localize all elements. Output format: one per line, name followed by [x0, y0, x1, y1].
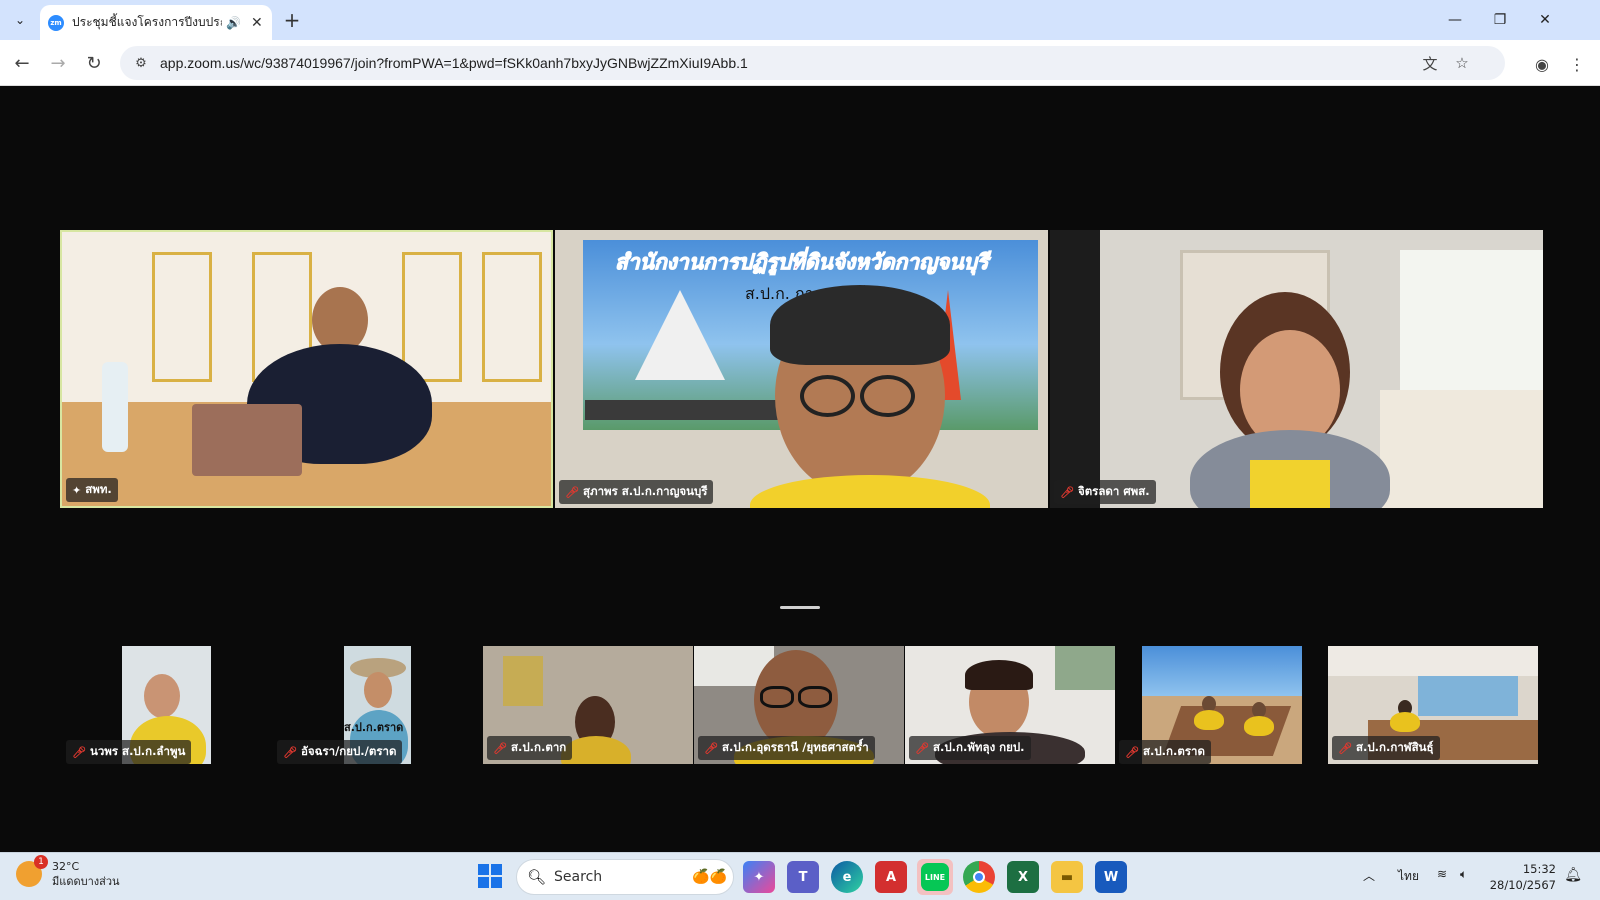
bookmark-star-icon[interactable]: ☆ — [1452, 53, 1472, 73]
weather-badge: 1 — [34, 855, 48, 869]
windows-taskbar: 1 32°C มีแดดบางส่วน 🔍︎ Search 🍊🍊 ✦ T e A… — [0, 852, 1600, 900]
forward-icon[interactable]: → — [44, 49, 72, 77]
close-tab-icon[interactable]: ✕ — [251, 15, 263, 31]
video-tile-gallery-7[interactable]: 🎤︎ ส.ป.ก.กาฬสินธุ์ — [1328, 646, 1538, 764]
teams-icon[interactable]: T — [787, 861, 819, 893]
close-window-icon[interactable]: ✕ — [1530, 8, 1560, 32]
search-icon: 🔍︎ — [527, 868, 547, 886]
clock[interactable]: 15:32 28/10/2567 — [1490, 861, 1556, 893]
browser-tabstrip: ⌄ zm ประชุมชี้แจงโครงการปีงบประมาณ 🔊 ✕ +… — [0, 0, 1600, 40]
browser-toolbar: ← → ↻ ⚙ app.zoom.us/wc/93874019967/join?… — [0, 40, 1600, 86]
participant-name-tag: 🎤︎ อัจฉรา/กยป./ตราด — [277, 740, 403, 764]
windows-start-icon[interactable] — [478, 864, 502, 888]
banner-title: สำนักงานการปฏิรูปที่ดินจังหวัดกาญจนบุรี — [614, 250, 989, 275]
language-indicator[interactable]: ไทย — [1398, 867, 1419, 886]
participant-name: ส.ป.ก.พัทลุง กยป. — [932, 740, 1025, 754]
tab-search-icon[interactable]: ⌄ — [8, 8, 32, 32]
participant-name: สพท. — [85, 482, 112, 496]
restore-icon[interactable]: ❐ — [1485, 8, 1515, 32]
video-tile-main-2[interactable]: สำนักงานการปฏิรูปที่ดินจังหวัดกาญจนบุรี … — [555, 230, 1048, 508]
tab-title: ประชุมชี้แจงโครงการปีงบประมาณ — [72, 15, 222, 29]
mic-muted-icon: 🎤︎ — [1125, 745, 1139, 759]
search-highlight-icon: 🍊🍊 — [692, 869, 727, 885]
weather-temp: 32°C — [52, 860, 80, 873]
speaker-icon[interactable]: 🔊 — [226, 16, 241, 30]
mic-muted-icon: 🎤︎ — [1060, 485, 1074, 499]
copilot-icon[interactable]: ✦ — [743, 861, 775, 893]
file-explorer-icon[interactable]: ▬ — [1051, 861, 1083, 893]
mic-muted-icon: 🎤︎ — [72, 745, 86, 759]
participant-name: ส.ป.ก.กาฬสินธุ์ — [1355, 740, 1434, 754]
chrome-icon[interactable] — [963, 861, 995, 893]
translate-icon[interactable]: 文 — [1420, 53, 1440, 73]
participant-name: ส.ป.ก.อุดรธานี /ยุทธศาสตร์ำ — [721, 740, 869, 754]
participant-name-tag: ✦ สพท. — [66, 478, 118, 502]
taskbar-search-input[interactable]: 🔍︎ Search 🍊🍊 — [516, 859, 734, 895]
video-tile-gallery-4[interactable]: 🎤︎ ส.ป.ก.อุดรธานี /ยุทธศาสตร์ำ — [694, 646, 904, 764]
participant-name-tag: 🎤︎ ส.ป.ก.ตาก — [487, 736, 573, 760]
line-app-active-icon[interactable]: LINE — [917, 859, 953, 895]
weather-desc: มีแดดบางส่วน — [52, 875, 120, 888]
video-tile-gallery-5[interactable]: 🎤︎ ส.ป.ก.พัทลุง กยป. — [905, 646, 1115, 764]
clock-time: 15:32 — [1522, 862, 1556, 876]
mic-muted-icon: 🎤︎ — [565, 485, 579, 499]
participant-name: จิตรลดา ศพส. — [1077, 484, 1150, 498]
mic-muted-icon: 🎤︎ — [493, 741, 507, 755]
mic-muted-icon: 🎤︎ — [1338, 741, 1352, 755]
weather-widget[interactable]: 1 32°C มีแดดบางส่วน — [16, 855, 120, 889]
participant-name-tag: 🎤︎ จิตรลดา ศพส. — [1054, 480, 1156, 504]
clock-date: 28/10/2567 — [1489, 878, 1556, 892]
meeting-stage: ✦ สพท. สำนักงานการปฏิรูปที่ดินจังหวัดกาญจ… — [0, 86, 1600, 852]
participant-name-tag: 🎤︎ ส.ป.ก.อุดรธานี /ยุทธศาสตร์ำ — [698, 736, 875, 760]
participant-name-tag: 🎤︎ นวพร ส.ป.ก.ลำพูน — [66, 740, 192, 764]
participant-name-tag: 🎤︎ ส.ป.ก.พัทลุง กยป. — [909, 736, 1031, 760]
excel-icon[interactable]: X — [1007, 861, 1039, 893]
tab-zoom-meeting[interactable]: zm ประชุมชี้แจงโครงการปีงบประมาณ 🔊 ✕ — [40, 5, 272, 40]
video-tile-gallery-3[interactable]: 🎤︎ ส.ป.ก.ตาก — [483, 646, 693, 764]
sign-text: ส.ป.ก.ตราด — [344, 721, 404, 734]
volume-icon[interactable]: 🔈︎ — [1460, 867, 1467, 882]
participant-name-tag: 🎤︎ ส.ป.ก.ตราด — [1119, 740, 1211, 764]
participant-name-tag: 🎤︎ สุภาพร ส.ป.ก.กาญจนบุรี — [559, 480, 714, 504]
participant-name-tag: 🎤︎ ส.ป.ก.กาฬสินธุ์ — [1332, 736, 1440, 760]
video-tile-main-3[interactable]: 🎤︎ จิตรลดา ศพส. — [1050, 230, 1543, 508]
participant-name: ส.ป.ก.ตราด — [1142, 744, 1205, 758]
participant-name: อัจฉรา/กยป./ตราด — [300, 744, 397, 758]
word-icon[interactable]: W — [1095, 861, 1127, 893]
reload-icon[interactable]: ↻ — [80, 49, 108, 77]
back-icon[interactable]: ← — [8, 49, 36, 77]
participant-name: ส.ป.ก.ตาก — [510, 740, 567, 754]
zoom-favicon-icon: zm — [48, 14, 64, 31]
participant-name: สุภาพร ส.ป.ก.กาญจนบุรี — [582, 484, 708, 498]
video-tile-main-1[interactable]: ✦ สพท. — [60, 230, 553, 508]
pin-icon: ✦ — [72, 483, 82, 497]
address-bar[interactable]: ⚙ app.zoom.us/wc/93874019967/join?fromPW… — [120, 46, 1505, 80]
menu-dots-icon[interactable]: ⋮ — [1565, 52, 1589, 76]
edge-icon[interactable]: e — [831, 861, 863, 893]
mic-muted-icon: 🎤︎ — [283, 745, 297, 759]
site-info-icon[interactable]: ⚙ — [126, 56, 156, 71]
weather-sun-icon: 1 — [16, 855, 48, 887]
gallery-resize-handle[interactable] — [780, 606, 820, 609]
tray-chevron-up-icon[interactable]: ︿ — [1363, 867, 1375, 884]
participant-name: นวพร ส.ป.ก.ลำพูน — [89, 744, 186, 758]
minimize-icon[interactable]: — — [1440, 8, 1470, 32]
search-placeholder: Search — [554, 869, 603, 885]
extension-icon[interactable]: ◉ — [1530, 52, 1554, 76]
acrobat-icon[interactable]: A — [875, 861, 907, 893]
url-text[interactable]: app.zoom.us/wc/93874019967/join?fromPWA=… — [160, 55, 748, 71]
mic-muted-icon: 🎤︎ — [704, 741, 718, 755]
notification-bell-icon[interactable]: 🔔︎ — [1564, 867, 1582, 883]
mic-muted-icon: 🎤︎ — [915, 741, 929, 755]
line-icon: LINE — [921, 863, 949, 891]
wifi-icon[interactable]: ≋ — [1437, 867, 1447, 881]
new-tab-button[interactable]: + — [280, 8, 304, 32]
